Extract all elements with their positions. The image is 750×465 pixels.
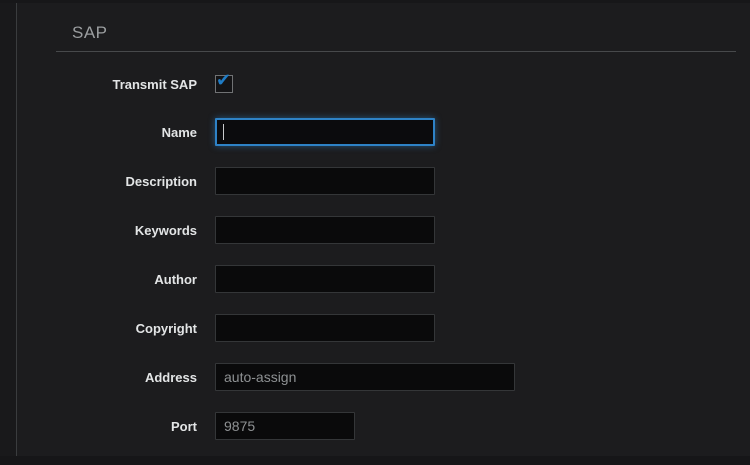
sap-settings-panel: SAP Transmit SAP ✔ Name Description Keyw…	[0, 0, 750, 465]
transmit-sap-label: Transmit SAP	[0, 77, 197, 92]
description-input[interactable]	[215, 167, 435, 195]
author-input[interactable]	[215, 265, 435, 293]
address-row: Address	[0, 363, 750, 391]
address-label: Address	[0, 370, 197, 385]
port-label: Port	[0, 419, 197, 434]
port-row: Port	[0, 412, 750, 440]
description-label: Description	[0, 174, 197, 189]
author-label: Author	[0, 272, 197, 287]
copyright-label: Copyright	[0, 321, 197, 336]
description-row: Description	[0, 167, 750, 195]
bottom-edge-shade	[0, 456, 750, 465]
checkmark-icon: ✔	[216, 70, 231, 90]
transmit-sap-checkbox[interactable]: ✔	[215, 75, 233, 93]
name-label: Name	[0, 125, 197, 140]
transmit-sap-row: Transmit SAP ✔	[0, 75, 750, 93]
port-input[interactable]	[215, 412, 355, 440]
name-input[interactable]	[215, 118, 435, 146]
copyright-row: Copyright	[0, 314, 750, 342]
keywords-input[interactable]	[215, 216, 435, 244]
section-divider	[56, 51, 736, 52]
keywords-row: Keywords	[0, 216, 750, 244]
copyright-input[interactable]	[215, 314, 435, 342]
text-caret	[223, 124, 224, 140]
top-edge-shade	[0, 0, 750, 3]
name-row: Name	[0, 118, 750, 146]
keywords-label: Keywords	[0, 223, 197, 238]
section-title-sap: SAP	[72, 23, 108, 43]
address-input[interactable]	[215, 363, 515, 391]
author-row: Author	[0, 265, 750, 293]
